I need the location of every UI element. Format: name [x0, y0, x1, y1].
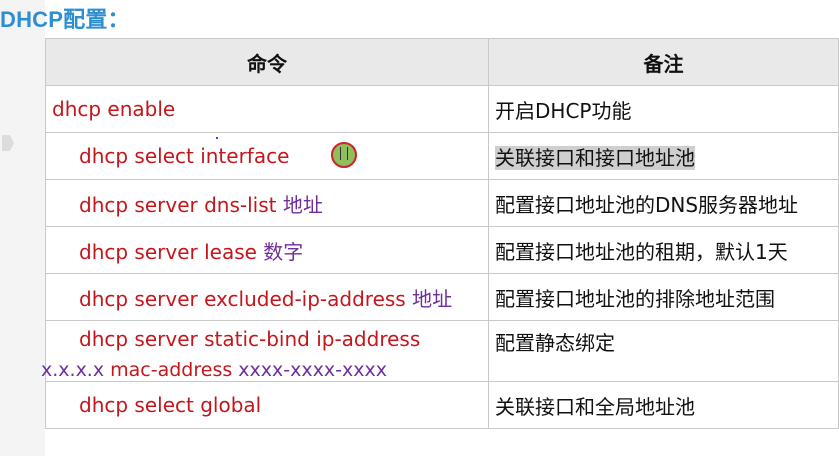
table-row: dhcp select interface 关联接口和接口地址池 — [45, 132, 839, 180]
command-text: mac-address — [104, 359, 239, 381]
note-cell: 配置静态绑定 — [488, 320, 839, 382]
table-row: dhcp server dns-list 地址 配置接口地址池的DNS服务器地址 — [45, 179, 839, 227]
table-row: dhcp server static-bind ip-address x.x.x… — [41, 320, 839, 382]
page-title: DHCP配置： — [0, 7, 130, 32]
header-note: 备注 — [488, 38, 839, 86]
command-table: 命令 备注 dhcp enable 开启DHCP功能 dhcp select i… — [41, 38, 839, 429]
note-cell: 配置接口地址池的租期，默认1天 — [488, 226, 839, 274]
command-text: dhcp server dns-list — [79, 192, 283, 217]
command-text: dhcp select global — [79, 393, 262, 417]
argument-text: x.x.x.x — [41, 359, 105, 381]
note-cell: 关联接口和全局地址池 — [488, 381, 839, 429]
command-continuation: x.x.x.x mac-address xxxx-xxxx-xxxx — [41, 359, 488, 381]
command-cell: dhcp select global — [45, 381, 489, 429]
table-row: dhcp server excluded-ip-address 地址 配置接口地… — [45, 273, 839, 321]
header-command: 命令 — [45, 38, 489, 86]
text-caret-dot — [216, 137, 218, 139]
argument-text: xxxx-xxxx-xxxx — [238, 359, 387, 381]
argument-text: 地址 — [282, 192, 323, 217]
command-cell: dhcp server lease 数字 — [45, 226, 489, 274]
command-text: dhcp server static-bind ip-address — [79, 327, 421, 351]
command-text: dhcp enable — [52, 97, 176, 121]
command-text: dhcp server lease — [79, 239, 264, 264]
argument-text: 地址 — [412, 286, 453, 311]
command-cell: dhcp server static-bind ip-address x.x.x… — [41, 320, 489, 382]
table-header-row: 命令 备注 — [45, 38, 839, 86]
selected-note-text: 关联接口和接口地址池 — [495, 145, 695, 170]
command-cell: dhcp select interface — [45, 132, 489, 180]
note-cell: 配置接口地址池的排除地址范围 — [488, 273, 839, 321]
note-cell: 配置接口地址池的DNS服务器地址 — [488, 179, 839, 227]
command-cell: dhcp server dns-list 地址 — [45, 179, 489, 227]
command-text: dhcp select interface — [79, 144, 290, 168]
command-cell: dhcp enable — [45, 85, 489, 133]
left-strip — [0, 0, 45, 456]
table-row: dhcp select global 关联接口和全局地址池 — [45, 381, 839, 429]
note-cell: 开启DHCP功能 — [488, 85, 839, 133]
ibeam-cursor-icon — [340, 147, 348, 160]
argument-text: 数字 — [263, 239, 304, 264]
note-cell: 关联接口和接口地址池 — [488, 132, 839, 180]
table-row: dhcp server lease 数字 配置接口地址池的租期，默认1天 — [45, 226, 839, 274]
command-cell: dhcp server excluded-ip-address 地址 — [45, 273, 489, 321]
table-row: dhcp enable 开启DHCP功能 — [45, 85, 839, 133]
command-text: dhcp server excluded-ip-address — [79, 286, 413, 311]
